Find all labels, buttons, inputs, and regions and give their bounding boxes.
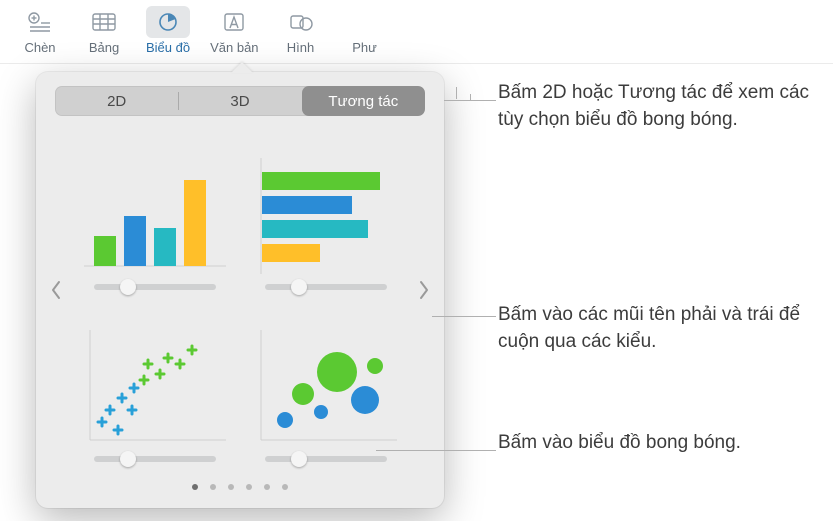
slider[interactable] xyxy=(265,284,387,290)
slider-knob[interactable] xyxy=(291,451,307,467)
chevron-left-icon xyxy=(50,280,62,300)
text-icon xyxy=(221,11,247,33)
pager-dot[interactable] xyxy=(228,484,234,490)
toolbar-shape-button[interactable]: Hình xyxy=(269,6,333,63)
slider[interactable] xyxy=(94,456,216,462)
tab-interactive-label: Tương tác xyxy=(328,93,398,110)
column-chart-thumb xyxy=(84,158,226,274)
toolbar-shape-label: Hình xyxy=(287,40,314,55)
segmented-control: 2D 3D Tương tác xyxy=(55,86,425,116)
toolbar-chart-label: Biểu đồ xyxy=(146,40,190,55)
slider[interactable] xyxy=(265,456,387,462)
shape-icon xyxy=(288,11,314,33)
pager-dot[interactable] xyxy=(210,484,216,490)
annotation-bubble: Bấm vào biểu đồ bong bóng. xyxy=(498,430,818,457)
interactive-column-chart[interactable] xyxy=(80,134,229,290)
slider-knob[interactable] xyxy=(120,451,136,467)
toolbar-text-label: Văn bản xyxy=(210,40,258,55)
annotation-tabs: Bấm 2D hoặc Tương tác để xem các tùy chọ… xyxy=(498,80,818,134)
slider[interactable] xyxy=(94,284,216,290)
toolbar-text-button[interactable]: Văn bản xyxy=(200,6,268,63)
interactive-scatter-chart[interactable] xyxy=(80,306,229,462)
toolbar-media-button[interactable]: Phư xyxy=(333,6,387,63)
slider-knob[interactable] xyxy=(120,279,136,295)
tab-interactive[interactable]: Tương tác xyxy=(302,86,425,116)
insert-icon xyxy=(27,11,53,33)
tab-2d-label: 2D xyxy=(107,93,126,110)
pager-dot[interactable] xyxy=(192,484,198,490)
prev-arrow[interactable] xyxy=(42,270,70,310)
bubble-chart-thumb xyxy=(255,330,397,446)
pager-dot[interactable] xyxy=(282,484,288,490)
tab-3d[interactable]: 3D xyxy=(178,86,301,116)
bar-chart-thumb xyxy=(255,158,397,274)
main-toolbar: Chèn Bảng Biểu đồ Văn bản Hình Phư xyxy=(0,0,833,64)
tab-3d-label: 3D xyxy=(230,93,249,110)
chart-grid xyxy=(80,134,400,462)
interactive-bar-chart[interactable] xyxy=(251,134,400,290)
chart-popover: 2D 3D Tương tác xyxy=(36,72,444,508)
chevron-right-icon xyxy=(418,280,430,300)
pager xyxy=(36,484,444,490)
toolbar-media-label: Phư xyxy=(352,40,377,55)
pager-dot[interactable] xyxy=(246,484,252,490)
chart-icon xyxy=(155,11,181,33)
slider-knob[interactable] xyxy=(291,279,307,295)
toolbar-chart-button[interactable]: Biểu đồ xyxy=(136,6,200,63)
pager-dot[interactable] xyxy=(264,484,270,490)
annotation-arrows: Bấm vào các mũi tên phải và trái để cuộn… xyxy=(498,302,818,356)
next-arrow[interactable] xyxy=(410,270,438,310)
table-icon xyxy=(91,11,117,33)
toolbar-table-label: Bảng xyxy=(89,40,119,55)
toolbar-insert-button[interactable]: Chèn xyxy=(8,6,72,63)
toolbar-table-button[interactable]: Bảng xyxy=(72,6,136,63)
scatter-chart-thumb xyxy=(84,330,226,446)
tab-2d[interactable]: 2D xyxy=(55,86,178,116)
toolbar-insert-label: Chèn xyxy=(24,40,55,55)
interactive-bubble-chart[interactable] xyxy=(251,306,400,462)
